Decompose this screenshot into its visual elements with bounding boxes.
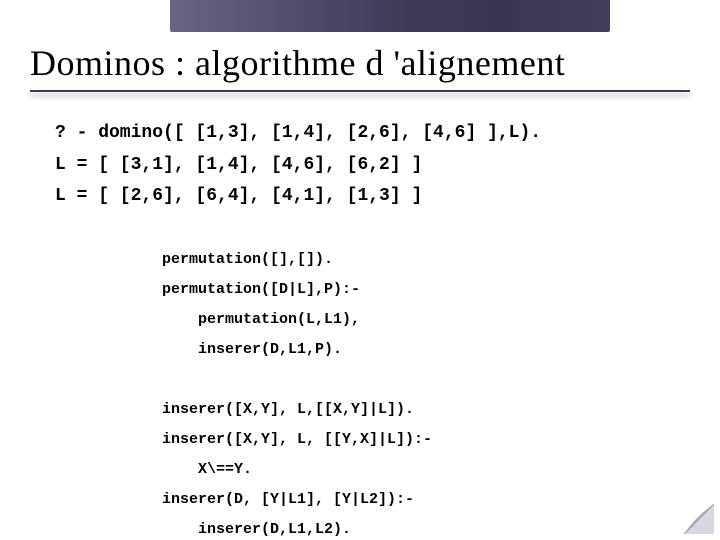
slide: Dominos : algorithme d 'alignement ? - d… bbox=[0, 0, 720, 540]
slide-title: Dominos : algorithme d 'alignement bbox=[30, 42, 690, 84]
header-accent-band bbox=[170, 0, 610, 32]
code-block-prolog-definitions: permutation([],[]). permutation([D|L],P)… bbox=[162, 245, 432, 540]
code-block-query-results: ? - domino([ [1,3], [1,4], [2,6], [4,6] … bbox=[55, 118, 541, 213]
page-curl-icon bbox=[684, 504, 714, 534]
title-underline bbox=[30, 90, 690, 92]
